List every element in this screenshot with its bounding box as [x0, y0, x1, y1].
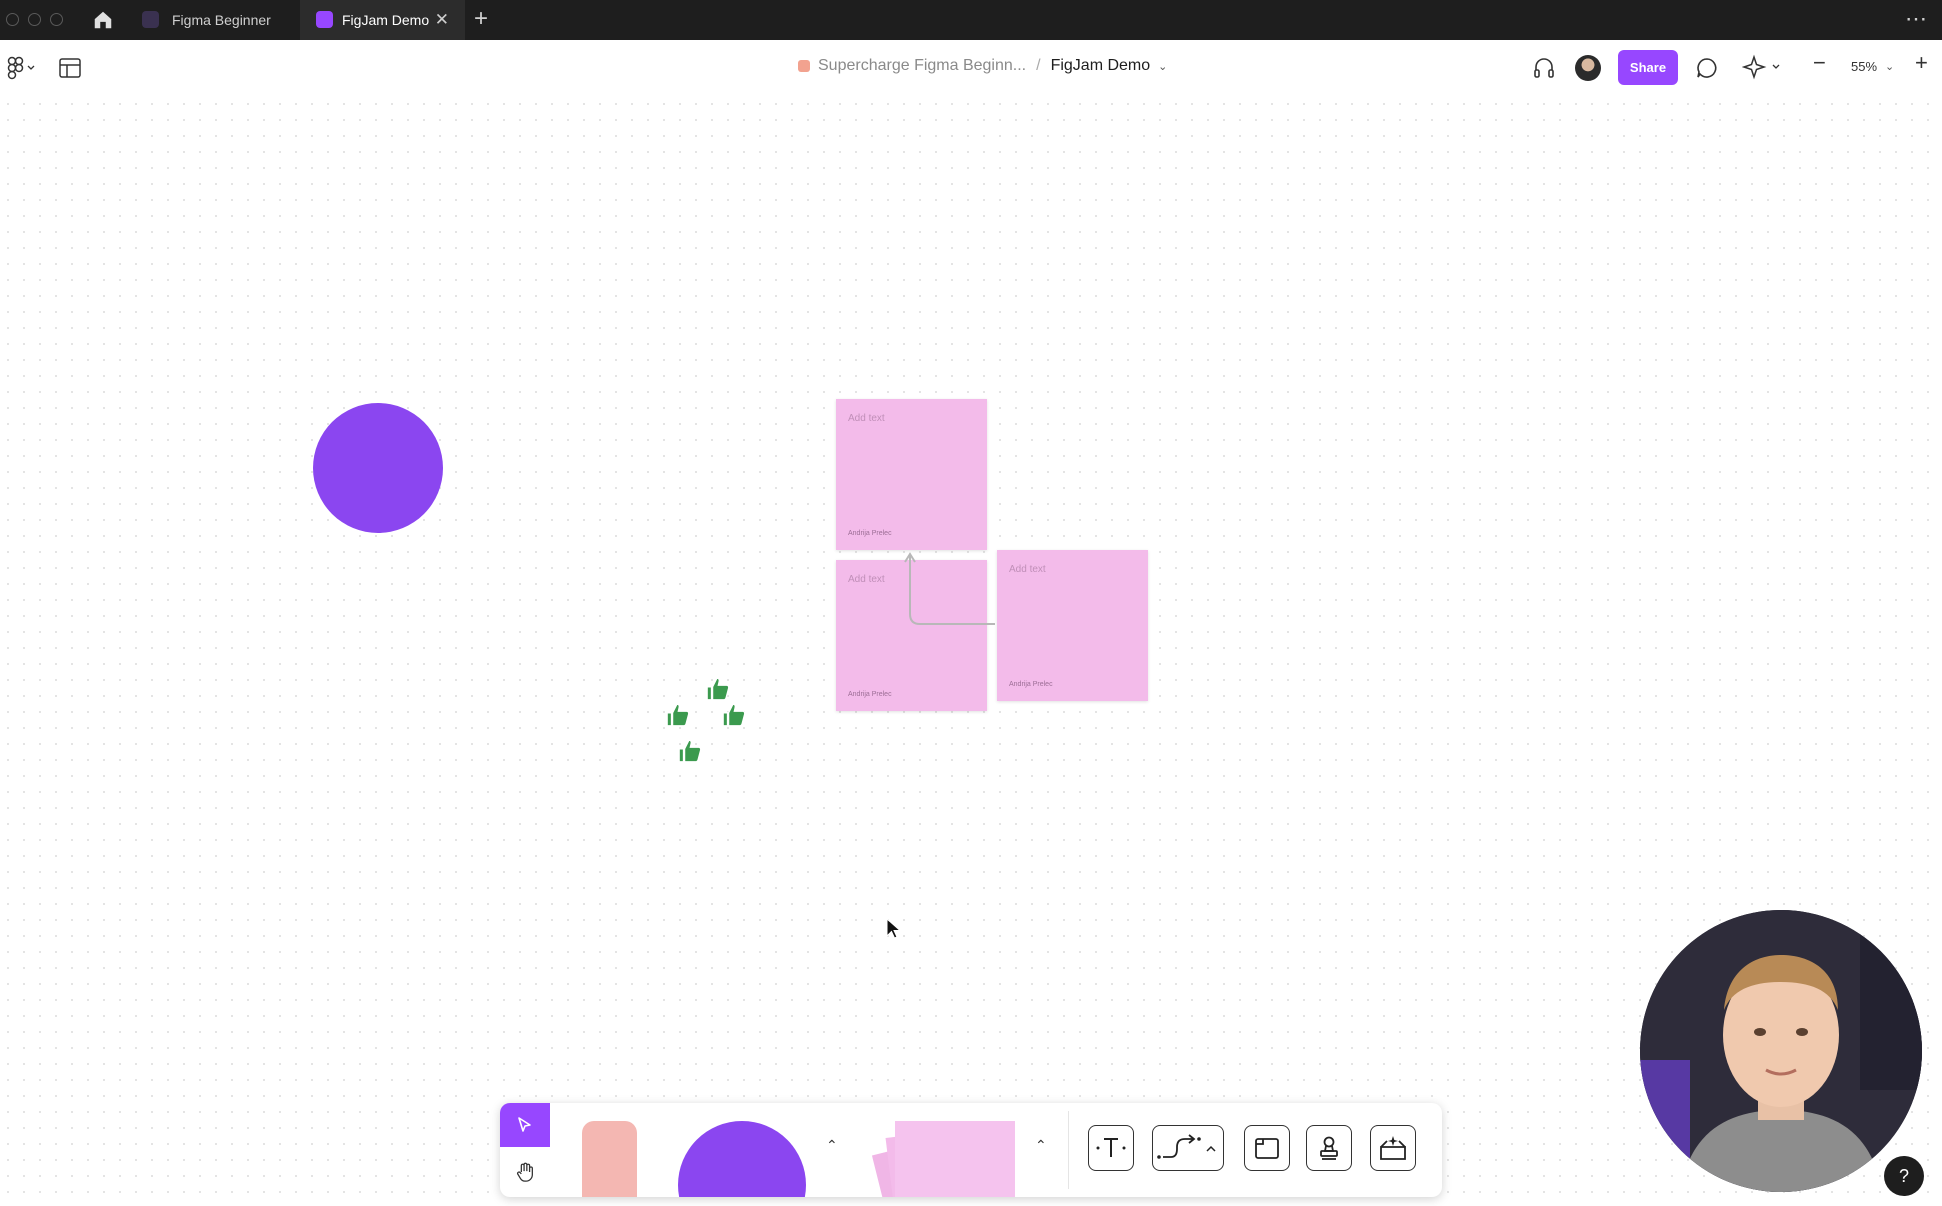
cursor-arrow-icon [518, 1117, 531, 1132]
chevron-up-icon[interactable]: ⌃ [1035, 1137, 1047, 1154]
mouse-cursor-icon [886, 917, 902, 939]
widgets-sparkle-icon [1380, 1136, 1406, 1160]
window-close-button[interactable] [6, 13, 19, 26]
zoom-in-button[interactable]: + [1915, 50, 1928, 76]
marker-tool[interactable] [582, 1121, 637, 1197]
chevron-down-icon[interactable]: ⌄ [1885, 60, 1894, 73]
shape-tool[interactable] [678, 1121, 806, 1197]
sticky-note[interactable]: Add text Andrija Prelec [836, 560, 987, 711]
ai-sparkle-icon[interactable] [1742, 54, 1782, 80]
layout-panel-icon[interactable] [58, 57, 82, 79]
breadcrumb-project[interactable]: Supercharge Figma Beginn... [818, 57, 1026, 75]
toolbar-divider [1068, 1111, 1069, 1189]
sticky-placeholder: Add text [848, 413, 885, 424]
tab-label: FigJam Demo [342, 12, 430, 28]
headphones-icon[interactable] [1532, 56, 1556, 80]
connector-icon [1157, 1134, 1216, 1159]
sticky-author: Andrija Prelec [1009, 681, 1053, 688]
figma-menu-icon[interactable] [6, 56, 36, 80]
sticky-author: Andrija Prelec [848, 691, 892, 698]
webcam-overlay [1640, 910, 1922, 1192]
more-icon[interactable]: ⋯ [1905, 6, 1928, 32]
sticky-author: Andrija Prelec [848, 530, 892, 537]
sticky-note-tool[interactable] [895, 1121, 1015, 1197]
thumbs-up-icon[interactable] [677, 738, 703, 764]
thumbs-up-icon[interactable] [705, 676, 731, 702]
sticky-note[interactable]: Add text Andrija Prelec [997, 550, 1148, 701]
avatar[interactable] [1575, 55, 1601, 81]
file-toolbar: Supercharge Figma Beginn... / FigJam Dem… [0, 40, 1942, 96]
tab-figjam-demo[interactable]: FigJam Demo ✕ [300, 0, 465, 40]
widgets-tool-button[interactable] [1370, 1125, 1416, 1171]
zoom-level[interactable]: 55% [1851, 59, 1877, 74]
select-tool-button[interactable] [500, 1103, 550, 1147]
tab-figma-beginner[interactable]: Figma Beginner [120, 0, 300, 40]
share-button[interactable]: Share [1618, 50, 1678, 85]
browser-tab-bar: Figma Beginner FigJam Demo ✕ + ⋯ [0, 0, 1942, 40]
text-tool-button[interactable] [1088, 1125, 1134, 1171]
creation-toolbar: ⌃ ⌃ [500, 1103, 1442, 1197]
sticky-placeholder: Add text [1009, 564, 1046, 575]
sticky-placeholder: Add text [848, 574, 885, 585]
sticky-note[interactable]: Add text Andrija Prelec [836, 399, 987, 550]
hand-icon [517, 1162, 533, 1182]
breadcrumb: Supercharge Figma Beginn... / FigJam Dem… [798, 57, 1167, 75]
breadcrumb-separator: / [1036, 57, 1041, 74]
figjam-file-icon [142, 11, 159, 28]
comment-icon[interactable] [1695, 56, 1719, 80]
ellipse-shape[interactable] [313, 403, 443, 533]
window-minimize-button[interactable] [28, 13, 41, 26]
connector-tool-button[interactable] [1152, 1125, 1224, 1171]
home-icon[interactable] [92, 9, 114, 31]
tab-label: Figma Beginner [172, 12, 271, 28]
presenter-video-image [1640, 910, 1922, 1192]
new-tab-button[interactable]: + [474, 5, 488, 33]
chevron-up-icon[interactable]: ⌃ [826, 1137, 838, 1154]
zoom-out-button[interactable]: − [1813, 50, 1826, 76]
project-icon [798, 60, 810, 72]
hand-tool-button[interactable] [500, 1150, 550, 1194]
help-button[interactable]: ? [1884, 1156, 1924, 1196]
thumbs-up-icon[interactable] [665, 702, 691, 728]
section-tool-button[interactable] [1244, 1125, 1290, 1171]
stamp-tool-button[interactable] [1306, 1125, 1352, 1171]
figjam-file-icon [316, 11, 333, 28]
close-icon[interactable]: ✕ [435, 10, 449, 30]
window-zoom-button[interactable] [50, 13, 63, 26]
breadcrumb-file[interactable]: FigJam Demo [1051, 57, 1151, 75]
thumbs-up-icon[interactable] [721, 702, 747, 728]
chevron-down-icon[interactable]: ⌄ [1158, 60, 1167, 73]
text-icon [1096, 1138, 1126, 1157]
stamp-icon [1320, 1136, 1338, 1160]
section-icon [1255, 1138, 1279, 1159]
